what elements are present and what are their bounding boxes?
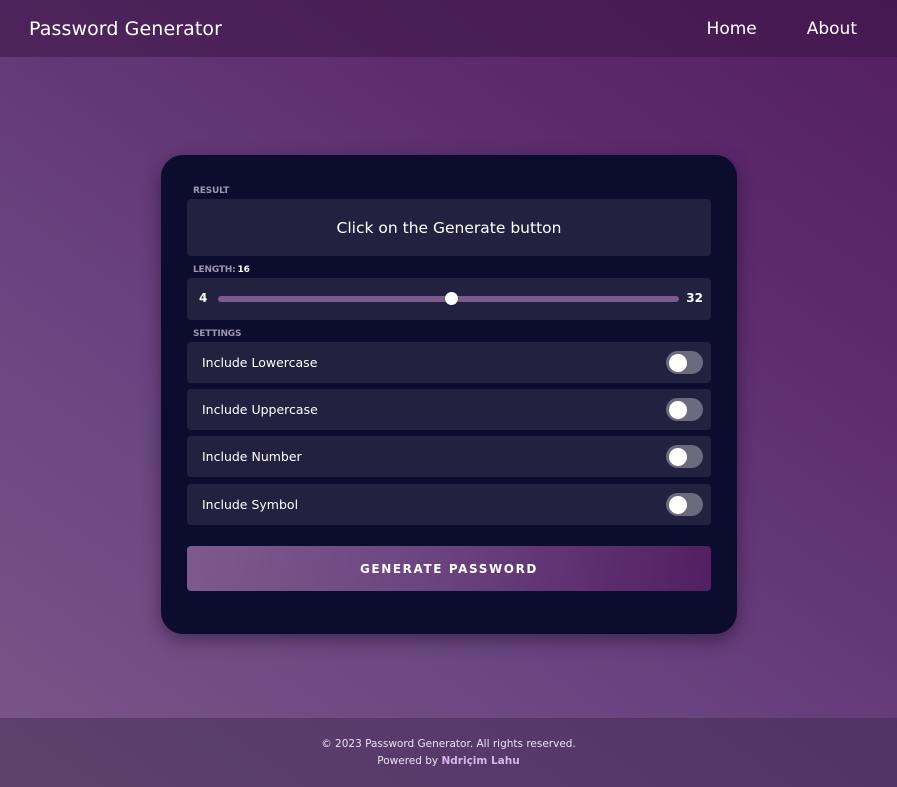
length-slider-container: 4 32 xyxy=(187,278,711,320)
setting-symbol: Include Symbol xyxy=(187,484,711,525)
toggle-knob xyxy=(669,353,687,372)
brand-title[interactable]: Password Generator xyxy=(29,18,222,40)
symbol-toggle[interactable] xyxy=(666,493,703,516)
navbar: Password Generator Home About xyxy=(0,0,897,57)
uppercase-toggle[interactable] xyxy=(666,398,703,421)
setting-label: Include Lowercase xyxy=(202,355,318,370)
nav-link-home[interactable]: Home xyxy=(707,19,757,39)
result-label: RESULT xyxy=(193,186,230,196)
length-value: 16 xyxy=(237,265,250,275)
length-max: 32 xyxy=(686,291,703,305)
setting-uppercase: Include Uppercase xyxy=(187,389,711,430)
settings-label: SETTINGS xyxy=(193,329,242,339)
nav-links: Home About xyxy=(707,19,857,39)
author-link[interactable]: Ndriçim Lahu xyxy=(441,755,519,767)
toggle-knob xyxy=(669,400,687,419)
setting-lowercase: Include Lowercase xyxy=(187,342,711,383)
length-label-text: LENGTH: xyxy=(193,265,236,275)
setting-label: Include Number xyxy=(202,449,302,464)
generate-password-button[interactable]: GENERATE PASSWORD xyxy=(187,546,711,591)
number-toggle[interactable] xyxy=(666,445,703,468)
setting-number: Include Number xyxy=(187,436,711,477)
footer-powered-by: Powered by Ndriçim Lahu xyxy=(377,755,519,767)
setting-label: Include Uppercase xyxy=(202,402,318,417)
footer-copyright: © 2023 Password Generator. All rights re… xyxy=(321,738,576,750)
lowercase-toggle[interactable] xyxy=(666,351,703,374)
generator-card: RESULT Click on the Generate button LENG… xyxy=(161,155,737,634)
length-min: 4 xyxy=(199,291,208,305)
length-label: LENGTH: 16 xyxy=(193,265,250,275)
result-display[interactable]: Click on the Generate button xyxy=(187,199,711,256)
footer: © 2023 Password Generator. All rights re… xyxy=(0,718,897,787)
result-text: Click on the Generate button xyxy=(336,218,562,237)
toggle-knob xyxy=(669,447,687,466)
nav-link-about[interactable]: About xyxy=(807,19,857,39)
length-slider-thumb[interactable] xyxy=(445,292,459,305)
powered-by-text: Powered by xyxy=(377,755,439,767)
toggle-knob xyxy=(669,495,687,514)
setting-label: Include Symbol xyxy=(202,497,299,512)
